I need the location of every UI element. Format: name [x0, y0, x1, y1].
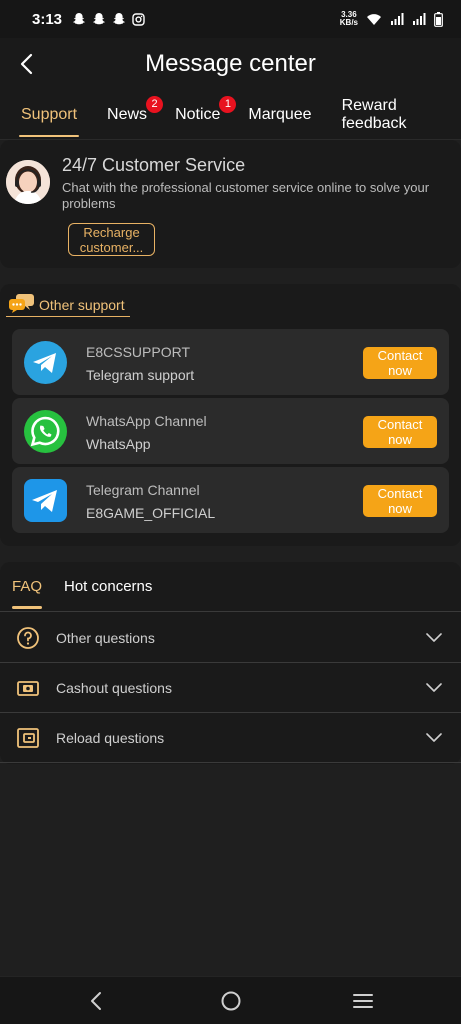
customer-service-avatar — [6, 160, 50, 204]
wifi-icon — [367, 13, 381, 25]
status-time: 3:13 — [32, 10, 63, 28]
contact-item-e8cssupport: E8CSSUPPORT Telegram support Contact now — [12, 329, 449, 395]
status-bar: 3:13 3.36 KB/s — [0, 0, 461, 38]
nav-recents-icon[interactable] — [351, 989, 375, 1013]
faq-row-other-questions[interactable]: Other questions — [0, 613, 461, 663]
nav-back-icon[interactable] — [85, 989, 109, 1013]
faq-row-label: Reload questions — [56, 730, 165, 746]
customer-service-card: 24/7 Customer Service Chat with the prof… — [0, 140, 461, 268]
contact-now-button[interactable]: Contact now — [363, 347, 437, 379]
tab-news[interactable]: News 2 — [107, 95, 164, 124]
contact-name: Telegram Channel — [86, 482, 200, 498]
nav-home-icon[interactable] — [219, 989, 243, 1013]
contact-now-button[interactable]: Contact now — [363, 416, 437, 448]
net-speed: 3.36 KB/s — [339, 10, 358, 27]
tab-notice[interactable]: Notice 1 — [175, 95, 237, 124]
chevron-down-icon — [426, 683, 442, 692]
contact-item-telegram-channel: Telegram Channel E8GAME_OFFICIAL Contact… — [12, 467, 449, 533]
customer-service-description: Chat with the professional customer serv… — [62, 180, 430, 211]
notice-badge: 1 — [219, 95, 237, 113]
chat-bubbles-icon — [9, 294, 34, 313]
telegram-round-icon — [24, 341, 67, 384]
faq-row-reload-questions[interactable]: Reload questions — [0, 713, 461, 763]
question-circle-icon — [17, 627, 39, 649]
recharge-label-line1: Recharge — [83, 225, 140, 240]
snapchat-icon — [73, 13, 86, 25]
instagram-icon — [132, 12, 145, 26]
chevron-down-icon — [426, 633, 442, 642]
contact-now-button[interactable]: Contact now — [363, 485, 437, 517]
customer-service-title: 24/7 Customer Service — [62, 155, 246, 175]
snapchat-icon — [113, 13, 126, 25]
status-right: 3.36 KB/s — [340, 11, 443, 27]
notification-icons — [72, 12, 145, 26]
signal-icon — [413, 13, 426, 25]
other-support-header: Other support — [6, 290, 130, 317]
tab-notice-label: Notice — [175, 105, 221, 123]
contact-item-whatsapp-channel: WhatsApp Channel WhatsApp Contact now — [12, 398, 449, 464]
contact-subtitle: Telegram support — [86, 367, 195, 383]
tab-faq[interactable]: FAQ — [12, 578, 43, 609]
contact-name: WhatsApp Channel — [86, 413, 207, 429]
telegram-square-icon — [24, 479, 67, 522]
page-title: Message center — [145, 50, 316, 77]
news-badge: 2 — [146, 95, 164, 113]
chevron-down-icon — [426, 733, 442, 742]
battery-icon — [434, 11, 443, 27]
tab-marquee[interactable]: Marquee — [248, 106, 311, 124]
cash-icon — [17, 681, 39, 696]
tab-support[interactable]: Support — [18, 106, 80, 137]
recharge-label-line2: customer... — [79, 240, 144, 255]
message-tabs: Support News 2 Notice 1 Marquee Reward f… — [0, 90, 461, 140]
faq-card: FAQ Hot concerns Other questions Cashout… — [0, 562, 461, 764]
tab-news-label: News — [107, 105, 148, 123]
wallet-icon — [17, 728, 39, 748]
faq-tabs: FAQ Hot concerns — [0, 562, 461, 612]
signal-icon — [391, 13, 404, 25]
contact-name: E8CSSUPPORT — [86, 344, 190, 360]
recharge-customer-button[interactable]: Recharge customer... — [68, 223, 155, 256]
faq-row-label: Cashout questions — [56, 680, 172, 696]
contact-subtitle: E8GAME_OFFICIAL — [86, 505, 216, 521]
other-support-heading: Other support — [39, 297, 125, 313]
system-nav-bar — [0, 976, 461, 1024]
whatsapp-icon — [24, 410, 67, 453]
contact-subtitle: WhatsApp — [86, 436, 151, 452]
app-header: Message center — [0, 38, 461, 90]
other-support-card: Other support E8CSSUPPORT Telegram suppo… — [0, 284, 461, 546]
faq-row-cashout-questions[interactable]: Cashout questions — [0, 663, 461, 713]
faq-row-label: Other questions — [56, 630, 155, 646]
tab-hot-concerns[interactable]: Hot concerns — [64, 578, 152, 595]
tab-reward-feedback[interactable]: Reward feedback — [342, 97, 461, 133]
snapchat-icon — [93, 13, 106, 25]
